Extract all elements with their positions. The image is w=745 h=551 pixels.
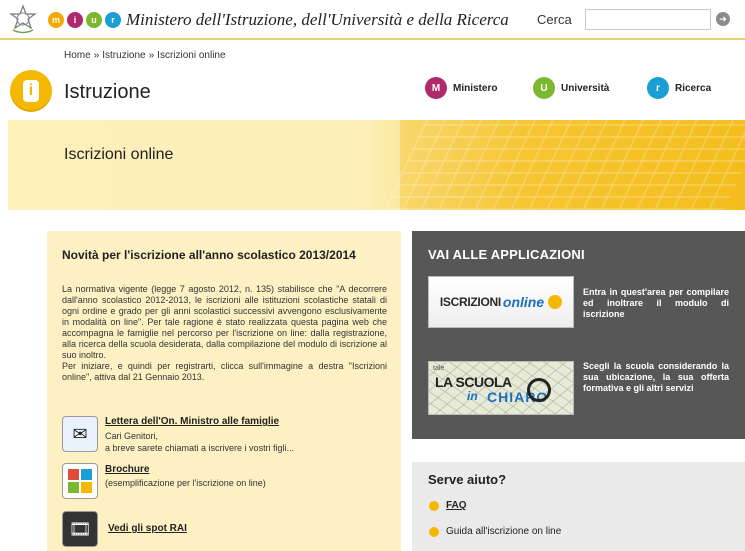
brochure-icon[interactable]: [62, 463, 98, 499]
online-logo-text: online: [502, 294, 545, 310]
scuola-in-chiaro-button[interactable]: tale LA SCUOLA in CHIARO: [428, 361, 574, 415]
in-text: in: [467, 389, 478, 403]
breadcrumb-separator: »: [93, 50, 100, 61]
breadcrumb-istruzione[interactable]: Istruzione: [102, 50, 145, 61]
arrow-circle-icon: [548, 295, 563, 309]
search-input[interactable]: [585, 9, 711, 30]
guida-link[interactable]: Guida all'iscrizione on line: [429, 526, 561, 537]
la-scuola-text: LA SCUOLA: [435, 374, 512, 390]
nav-universita-label: Università: [561, 82, 610, 94]
universita-icon: U: [533, 77, 555, 99]
letter-icon[interactable]: ✉: [62, 416, 98, 452]
miur-letter-u: u: [86, 12, 102, 28]
ministry-title[interactable]: Ministero dell'Istruzione, dell'Universi…: [126, 10, 509, 30]
scuola-description: Scegli la scuola considerando la sua ubi…: [583, 361, 729, 393]
bullet-icon: [429, 500, 439, 511]
arrow-right-icon: ➜: [719, 13, 727, 24]
ministero-icon: M: [425, 77, 447, 99]
letter-link[interactable]: Lettera dell'On. Ministro alle famiglie: [105, 416, 279, 427]
nav-ministero[interactable]: M Ministero: [425, 77, 497, 99]
letter-greeting: Cari Genitori,: [105, 431, 159, 441]
news-paragraph-1: La normativa vigente (legge 7 agosto 201…: [62, 284, 387, 360]
nav-ricerca-label: Ricerca: [675, 82, 712, 94]
faq-link[interactable]: FAQ: [429, 500, 467, 511]
istruzione-icon: i: [10, 70, 52, 112]
keyboard-image: [384, 120, 745, 210]
banner-title-backdrop: [8, 120, 400, 210]
bullet-icon: [429, 526, 439, 537]
nav-ministero-label: Ministero: [453, 82, 498, 94]
letter-excerpt: a breve sarete chiamati a iscrivere i vo…: [105, 443, 295, 453]
ricerca-icon: r: [647, 77, 669, 99]
magnifier-icon: [527, 378, 551, 402]
brochure-link[interactable]: Brochure: [105, 464, 149, 475]
film-icon[interactable]: 🎞: [62, 511, 98, 547]
republic-emblem-icon: [9, 4, 37, 34]
miur-logo[interactable]: m i u r: [48, 12, 121, 28]
news-body: La normativa vigente (legge 7 agosto 201…: [62, 284, 387, 383]
breadcrumb-current: Iscrizioni online: [157, 50, 226, 61]
banner-title: Iscrizioni online: [64, 146, 174, 163]
guida-label: Guida all'iscrizione on line: [446, 526, 562, 537]
nav-universita[interactable]: U Università: [533, 77, 609, 99]
faq-label: FAQ: [446, 500, 467, 511]
info-letter: i: [23, 80, 39, 102]
help-title: Serve aiuto?: [428, 472, 507, 487]
search-label: Cerca: [537, 12, 572, 27]
nav-ricerca[interactable]: r Ricerca: [647, 77, 711, 99]
spot-rai-link[interactable]: Vedi gli spot RAI: [108, 523, 187, 534]
miur-letter-r: r: [105, 12, 121, 28]
iscrizioni-online-button[interactable]: ISCRIZIONI online: [428, 276, 574, 328]
brochure-description: (esemplificazione per l'iscrizione on li…: [105, 478, 266, 488]
news-title: Novità per l'iscrizione all'anno scolast…: [62, 248, 356, 262]
breadcrumb-home[interactable]: Home: [64, 50, 91, 61]
news-panel: [47, 231, 401, 551]
apps-title: VAI ALLE APPLICAZIONI: [428, 247, 585, 262]
breadcrumb-separator: »: [148, 50, 155, 61]
breadcrumb: Home» Istruzione» Iscrizioni online: [64, 50, 226, 61]
scuola-small-text: tale: [433, 365, 445, 372]
search-button[interactable]: ➜: [716, 12, 730, 26]
top-header: m i u r Ministero dell'Istruzione, dell'…: [0, 0, 745, 40]
news-paragraph-2: Per iniziare, e quindi per registrarti, …: [62, 361, 387, 382]
brochure-tiles-icon: [68, 469, 92, 493]
miur-letter-m: m: [48, 12, 64, 28]
miur-letter-i: i: [67, 12, 83, 28]
iscrizioni-description: Entra in quest'area per compilare ed ino…: [583, 287, 729, 319]
page-title: Istruzione: [64, 81, 151, 103]
iscrizioni-logo-text: ISCRIZIONI: [439, 295, 501, 309]
